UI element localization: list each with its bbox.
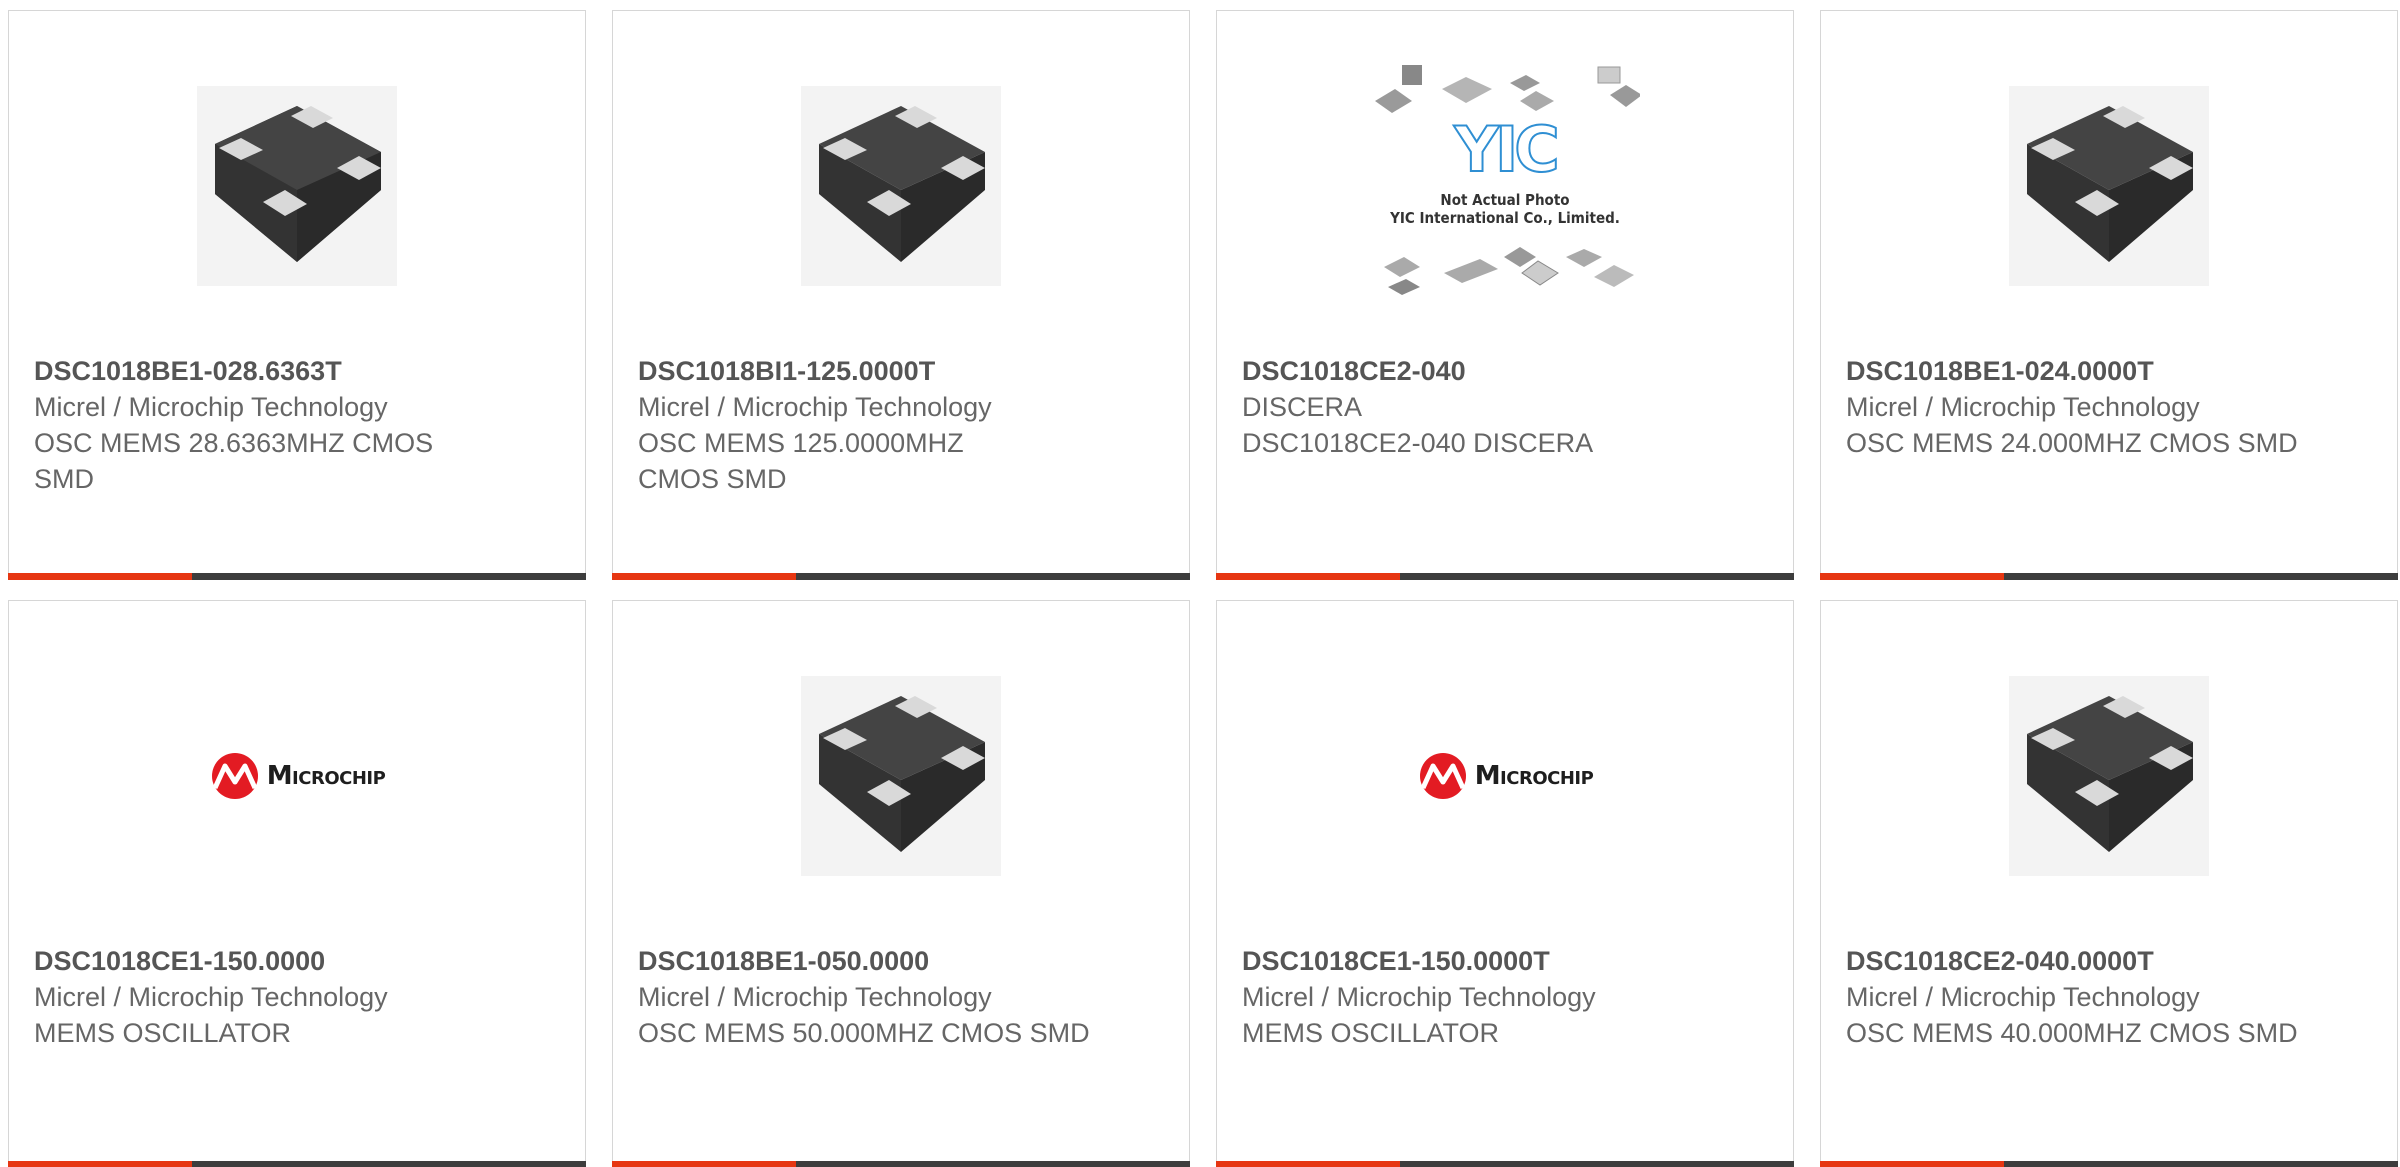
card-accent-bar	[1216, 573, 1400, 580]
microchip-logo: Microchip	[1417, 752, 1594, 800]
manufacturer: Micrel / Microchip Technology	[1846, 982, 2200, 1012]
product-image[interactable]: YIC Not Actual Photo YIC International C…	[1217, 51, 1793, 311]
card-accent-bar	[1820, 573, 2004, 580]
part-number-link[interactable]: DSC1018CE2-040	[1242, 353, 1773, 389]
part-number-link[interactable]: DSC1018BE1-028.6363T	[34, 353, 565, 389]
chip-package-icon	[2009, 86, 2209, 286]
part-number-link[interactable]: DSC1018CE1-150.0000T	[1242, 943, 1773, 979]
description: DSC1018CE2-040 DISCERA	[1242, 428, 1594, 458]
microchip-logo: Microchip	[209, 752, 386, 800]
not-actual-photo-image: YIC Not Actual Photo YIC International C…	[1370, 61, 1640, 301]
chip-package-icon	[2009, 676, 2209, 876]
description: OSC MEMS 125.0000MHZ CMOS SMD	[638, 428, 964, 494]
part-number-link[interactable]: DSC1018CE2-040.0000T	[1846, 943, 2377, 979]
chip-package-icon	[197, 86, 397, 286]
product-card[interactable]: DSC1018BE1-024.0000T Micrel / Microchip …	[1820, 10, 2398, 580]
manufacturer: DISCERA	[1242, 392, 1363, 422]
chip-package-icon	[801, 676, 1001, 876]
product-card[interactable]: YIC Not Actual Photo YIC International C…	[1216, 10, 1794, 580]
product-image[interactable]	[1821, 661, 2397, 891]
product-info: DSC1018CE1-150.0000T Micrel / Microchip …	[1242, 943, 1773, 1051]
manufacturer: Micrel / Microchip Technology	[34, 392, 388, 422]
card-bottom-bar	[1820, 573, 2398, 580]
card-accent-bar	[1820, 1161, 2004, 1167]
yic-logo: YIC	[1453, 112, 1560, 187]
product-card[interactable]: Microchip DSC1018CE1-150.0000T Micrel / …	[1216, 600, 1794, 1167]
card-accent-bar	[612, 573, 796, 580]
product-image[interactable]	[613, 661, 1189, 891]
part-number-link[interactable]: DSC1018BI1-125.0000T	[638, 353, 1169, 389]
product-info: DSC1018BE1-024.0000T Micrel / Microchip …	[1846, 353, 2377, 461]
product-image[interactable]: Microchip	[1217, 661, 1793, 891]
description: OSC MEMS 40.000MHZ CMOS SMD	[1846, 1018, 2298, 1048]
microchip-logo-text: Microchip	[266, 761, 386, 791]
manufacturer: Micrel / Microchip Technology	[638, 392, 992, 422]
manufacturer: Micrel / Microchip Technology	[1242, 982, 1596, 1012]
microchip-logo-text: Microchip	[1474, 761, 1594, 791]
placeholder-company: YIC International Co., Limited.	[1390, 209, 1620, 227]
card-bottom-bar	[612, 573, 1190, 580]
description: OSC MEMS 50.000MHZ CMOS SMD	[638, 1018, 1090, 1048]
description: MEMS OSCILLATOR	[1242, 1018, 1500, 1048]
microchip-logo-icon	[211, 753, 258, 799]
product-info: DSC1018BI1-125.0000T Micrel / Microchip …	[638, 353, 1169, 497]
product-info: DSC1018CE2-040 DISCERA DSC1018CE2-040 DI…	[1242, 353, 1773, 461]
chip-package-icon	[801, 86, 1001, 286]
product-card[interactable]: DSC1018CE2-040.0000T Micrel / Microchip …	[1820, 600, 2398, 1167]
manufacturer: Micrel / Microchip Technology	[638, 982, 992, 1012]
product-grid: DSC1018BE1-028.6363T Micrel / Microchip …	[0, 0, 2400, 1167]
placeholder-caption: Not Actual Photo	[1440, 191, 1570, 209]
card-accent-bar	[1216, 1161, 1400, 1167]
card-bottom-bar	[1216, 1161, 1794, 1167]
card-bottom-bar	[8, 1161, 586, 1167]
product-info: DSC1018CE1-150.0000 Micrel / Microchip T…	[34, 943, 565, 1051]
manufacturer: Micrel / Microchip Technology	[34, 982, 388, 1012]
product-card[interactable]: DSC1018BE1-050.0000 Micrel / Microchip T…	[612, 600, 1190, 1167]
part-number-link[interactable]: DSC1018BE1-024.0000T	[1846, 353, 2377, 389]
product-card[interactable]: Microchip DSC1018CE1-150.0000 Micrel / M…	[8, 600, 586, 1167]
card-accent-bar	[8, 573, 192, 580]
product-card[interactable]: DSC1018BI1-125.0000T Micrel / Microchip …	[612, 10, 1190, 580]
product-info: DSC1018BE1-050.0000 Micrel / Microchip T…	[638, 943, 1169, 1051]
card-accent-bar	[8, 1161, 192, 1167]
card-accent-bar	[612, 1161, 796, 1167]
product-image[interactable]	[613, 71, 1189, 301]
description: OSC MEMS 24.000MHZ CMOS SMD	[1846, 428, 2298, 458]
product-info: DSC1018CE2-040.0000T Micrel / Microchip …	[1846, 943, 2377, 1051]
part-number-link[interactable]: DSC1018CE1-150.0000	[34, 943, 565, 979]
product-image[interactable]	[1821, 71, 2397, 301]
product-image[interactable]: Microchip	[9, 661, 585, 891]
card-bottom-bar	[612, 1161, 1190, 1167]
part-number-link[interactable]: DSC1018BE1-050.0000	[638, 943, 1169, 979]
card-bottom-bar	[1820, 1161, 2398, 1167]
product-card[interactable]: DSC1018BE1-028.6363T Micrel / Microchip …	[8, 10, 586, 580]
card-bottom-bar	[1216, 573, 1794, 580]
card-bottom-bar	[8, 573, 586, 580]
description: MEMS OSCILLATOR	[34, 1018, 292, 1048]
description: OSC MEMS 28.6363MHZ CMOS SMD	[34, 428, 434, 494]
product-info: DSC1018BE1-028.6363T Micrel / Microchip …	[34, 353, 565, 497]
manufacturer: Micrel / Microchip Technology	[1846, 392, 2200, 422]
product-image[interactable]	[9, 71, 585, 301]
microchip-logo-icon	[1419, 753, 1466, 799]
